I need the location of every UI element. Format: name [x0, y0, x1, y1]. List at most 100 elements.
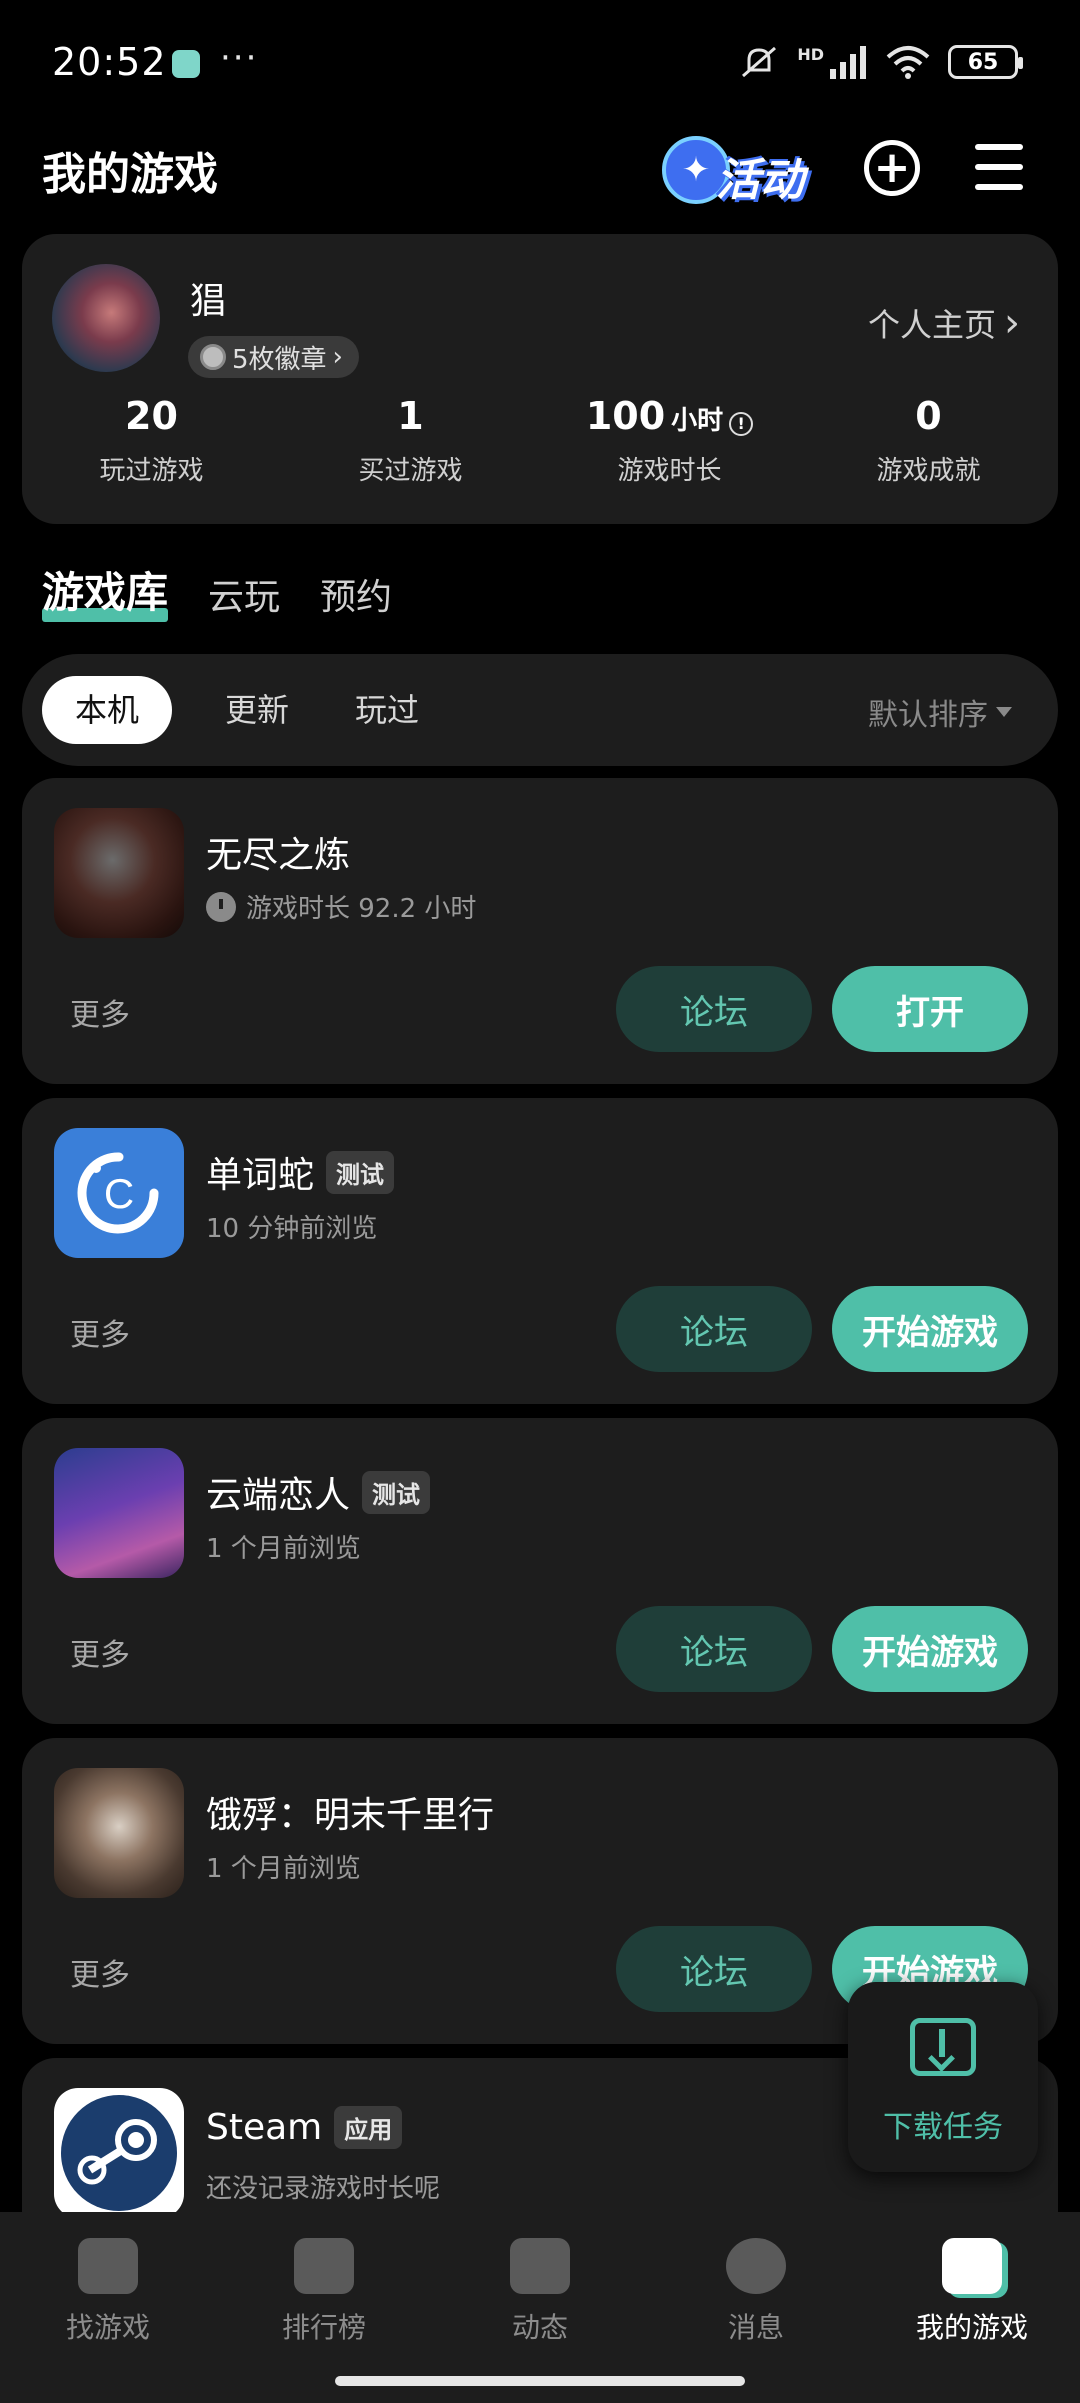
nav-ranking[interactable]: 排行榜 — [216, 2238, 432, 2346]
stat-playtime[interactable]: 100 小时 ! 游戏时长 — [540, 394, 799, 494]
ranking-icon — [294, 2238, 354, 2294]
game-icon: C — [54, 1128, 184, 1258]
stopwatch-icon — [206, 891, 236, 922]
game-icon — [54, 808, 184, 938]
username: 猖 — [190, 281, 227, 322]
sort-dropdown[interactable]: 默认排序 — [868, 690, 1012, 734]
game-sub-text: 还没记录游戏时长呢 — [206, 2174, 441, 2204]
nav-messages[interactable]: 消息 — [648, 2238, 864, 2346]
stat-bought[interactable]: 1 买过游戏 — [281, 394, 540, 494]
nav-feed[interactable]: 动态 — [432, 2238, 648, 2346]
download-tasks-label: 下载任务 — [883, 2110, 1003, 2145]
chevron-right-icon: › — [332, 342, 343, 372]
page-title: 我的游戏 — [42, 149, 218, 200]
profile-page-link[interactable]: 个人主页 › — [868, 300, 1020, 346]
test-tag: 测试 — [362, 1470, 431, 1514]
more-link[interactable]: 更多 — [70, 1310, 130, 1354]
stat-label: 游戏时长 — [617, 456, 722, 486]
stat-achievements[interactable]: 0 游戏成就 — [799, 394, 1058, 494]
download-tasks-button[interactable]: 下载任务 — [848, 1982, 1038, 2172]
badges-chip[interactable]: 5枚徽章 › — [188, 336, 359, 378]
stat-unit: 小时 — [671, 406, 724, 436]
signal-icon — [830, 46, 866, 79]
forum-button[interactable]: 论坛 — [616, 1606, 812, 1692]
status-bar: 20:52 ··· HD 65 — [0, 0, 1080, 120]
feed-icon — [510, 2238, 570, 2294]
bottom-nav: 找游戏 排行榜 动态 消息 我的游戏 — [0, 2212, 1080, 2403]
nav-label: 我的游戏 — [915, 2311, 1028, 2344]
steam-logo — [61, 2095, 177, 2211]
find-games-icon — [78, 2238, 138, 2294]
status-time: 20:52 — [52, 40, 167, 84]
event-button[interactable]: ✦ 活动 — [650, 130, 815, 210]
game-sub-text: 10 分钟前浏览 — [206, 1214, 378, 1244]
stat-value: 20 — [125, 394, 178, 438]
forum-button[interactable]: 论坛 — [616, 966, 812, 1052]
game-sub-text: 游戏时长 92.2 小时 — [246, 894, 477, 924]
game-card[interactable]: 云端恋人 测试 1 个月前浏览 更多 论坛 开始游戏 — [22, 1418, 1058, 1724]
game-title: 单词蛇 测试 — [206, 1146, 395, 1198]
game-subtitle: 10 分钟前浏览 — [206, 1208, 377, 1245]
more-link[interactable]: 更多 — [70, 1630, 130, 1674]
tab-library[interactable]: 游戏库 — [42, 559, 169, 622]
game-name: 饿殍：明末千里行 — [206, 1795, 495, 1836]
filter-bar: 本机 更新 玩过 默认排序 — [22, 654, 1058, 766]
word-snake-logo: C — [77, 1152, 159, 1234]
nav-find-games[interactable]: 找游戏 — [0, 2238, 216, 2346]
nav-label: 找游戏 — [65, 2311, 150, 2344]
my-games-icon — [942, 2238, 1002, 2294]
filter-played[interactable]: 玩过 — [322, 676, 452, 744]
game-title: 无尽之炼 — [206, 826, 350, 878]
svg-text:C: C — [104, 1170, 134, 1217]
game-title: 云端恋人 测试 — [206, 1466, 431, 1518]
event-label: 活动 — [716, 155, 804, 206]
library-tabs: 游戏库 云玩 预约 — [42, 559, 392, 622]
chevron-right-icon: › — [1004, 300, 1020, 346]
stat-label: 玩过游戏 — [99, 456, 204, 486]
profile-card: 猖 5枚徽章 › 个人主页 › 20 玩过游戏 1 买过游戏 100 小时 ! … — [22, 234, 1058, 524]
more-link[interactable]: 更多 — [70, 1950, 130, 1994]
game-name: 云端恋人 — [206, 1475, 351, 1516]
stat-value: 100 — [585, 394, 666, 438]
mute-icon — [742, 46, 777, 78]
sort-label: 默认排序 — [868, 698, 988, 733]
stat-played[interactable]: 20 玩过游戏 — [22, 394, 281, 494]
start-game-button[interactable]: 开始游戏 — [832, 1286, 1028, 1372]
message-icon — [726, 2238, 786, 2294]
badges-label: 5枚徽章 — [232, 344, 327, 375]
test-tag: 测试 — [326, 1150, 395, 1194]
game-subtitle: 1 个月前浏览 — [206, 1848, 361, 1885]
game-icon — [54, 1768, 184, 1898]
nav-my-games[interactable]: 我的游戏 — [864, 2238, 1080, 2346]
tab-cloud[interactable]: 云玩 — [208, 568, 280, 620]
battery-indicator: 65 — [948, 45, 1023, 79]
app-tag: 应用 — [334, 2106, 403, 2149]
info-icon[interactable]: ! — [729, 412, 754, 436]
game-card[interactable]: 无尽之炼 游戏时长 92.2 小时 更多 论坛 打开 — [22, 778, 1058, 1084]
nav-label: 排行榜 — [281, 2311, 366, 2344]
filter-updates[interactable]: 更新 — [192, 676, 322, 744]
tab-reservations[interactable]: 预约 — [320, 568, 392, 620]
medal-icon — [200, 344, 226, 370]
forum-button[interactable]: 论坛 — [616, 1926, 812, 2012]
stat-value: 0 — [915, 394, 942, 438]
more-link[interactable]: 更多 — [70, 990, 130, 1034]
hd-indicator: HD — [797, 44, 824, 64]
caret-down-icon — [996, 707, 1012, 717]
open-button[interactable]: 打开 — [832, 966, 1028, 1052]
nav-label: 动态 — [511, 2311, 568, 2344]
forum-button[interactable]: 论坛 — [616, 1286, 812, 1372]
game-name: 单词蛇 — [206, 1155, 315, 1196]
menu-icon[interactable] — [975, 144, 1023, 190]
home-indicator[interactable] — [335, 2376, 745, 2386]
game-name: Steam — [206, 2107, 323, 2148]
start-game-button[interactable]: 开始游戏 — [832, 1606, 1028, 1692]
game-subtitle: 1 个月前浏览 — [206, 1528, 361, 1565]
add-button[interactable]: + — [864, 140, 920, 196]
stat-value: 1 — [397, 394, 424, 438]
filter-local[interactable]: 本机 — [42, 676, 172, 744]
game-name: 无尽之炼 — [206, 835, 351, 876]
game-card[interactable]: C 单词蛇 测试 10 分钟前浏览 更多 论坛 开始游戏 — [22, 1098, 1058, 1404]
app-notification-icon — [172, 50, 200, 78]
avatar[interactable] — [52, 264, 160, 372]
